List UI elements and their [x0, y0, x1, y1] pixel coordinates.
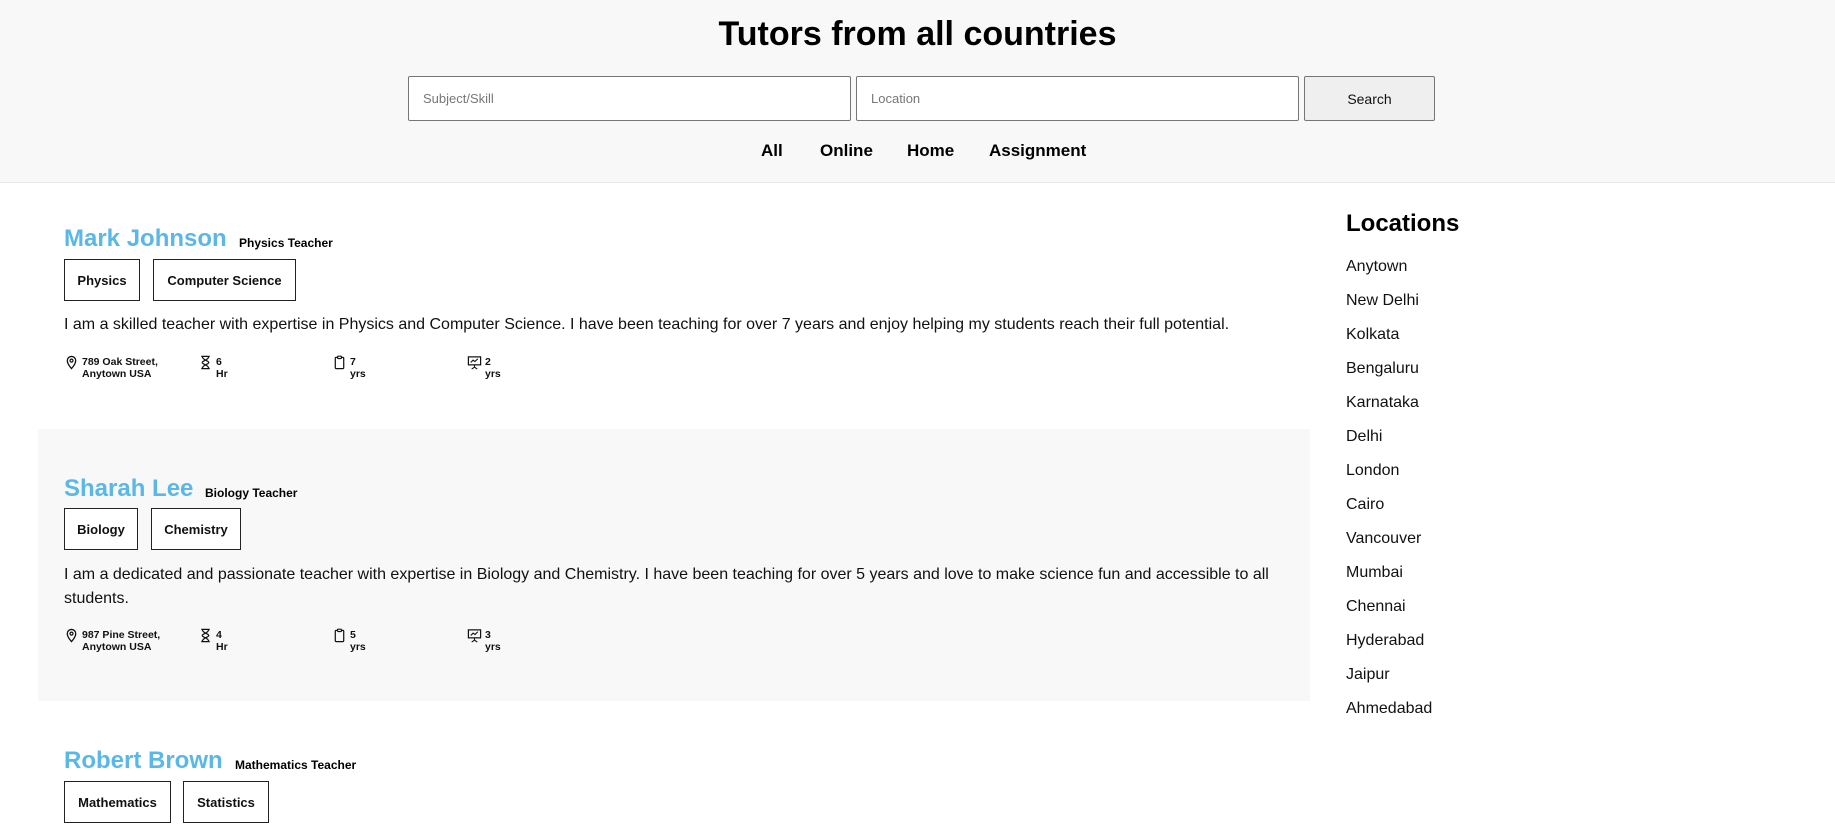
subject-tag[interactable]: Biology — [64, 508, 138, 550]
address-line-2: Anytown USA — [82, 641, 152, 653]
address-line-2: Anytown USA — [82, 368, 152, 380]
hours-info: 4 Hr — [198, 627, 228, 653]
address-line-1: 789 Oak Street, — [82, 356, 158, 368]
presentation-board-icon — [467, 629, 482, 643]
tutor-role: Biology Teacher — [205, 486, 298, 500]
clipboard-icon — [334, 628, 345, 643]
location-item[interactable]: Hyderabad — [1346, 632, 1546, 666]
address-info: 987 Pine Street, Anytown USA — [64, 627, 172, 653]
address-info: 789 Oak Street, Anytown USA — [64, 354, 172, 380]
subject-tag[interactable]: Computer Science — [153, 259, 296, 301]
location-item[interactable]: Chennai — [1346, 598, 1546, 632]
hours-value: 6 Hr — [216, 356, 228, 380]
online-experience-info: 2 yrs — [467, 354, 501, 380]
locations-list: Anytown New Delhi Kolkata Bengaluru Karn… — [1346, 258, 1546, 734]
hourglass-icon — [201, 355, 210, 370]
clipboard-icon — [334, 355, 345, 370]
tutor-name[interactable]: Sharah Lee — [64, 475, 193, 503]
online-experience-info: 3 yrs — [467, 627, 501, 653]
location-item[interactable]: Vancouver — [1346, 530, 1546, 564]
filter-online[interactable]: Online — [820, 141, 873, 161]
subject-tag[interactable]: Chemistry — [151, 508, 241, 550]
filter-all[interactable]: All — [761, 141, 783, 161]
location-item[interactable]: Anytown — [1346, 258, 1546, 292]
location-item[interactable]: Mumbai — [1346, 564, 1546, 598]
tutor-name[interactable]: Mark Johnson — [64, 225, 227, 253]
subject-tag[interactable]: Physics — [64, 259, 140, 301]
presentation-board-icon — [467, 356, 482, 370]
tutor-bio: I am a dedicated and passionate teacher … — [64, 566, 1269, 607]
online-experience-value: 2 yrs — [485, 356, 501, 380]
location-item[interactable]: Kolkata — [1346, 326, 1546, 360]
hourglass-icon — [201, 628, 210, 643]
search-button[interactable]: Search — [1304, 76, 1435, 121]
experience-info: 5 yrs — [332, 627, 366, 653]
page-title: Tutors from all countries — [718, 15, 1117, 53]
experience-info: 7 yrs — [332, 354, 366, 380]
subject-input[interactable] — [408, 76, 851, 121]
location-item[interactable]: London — [1346, 462, 1546, 496]
tutor-card: Mark Johnson Physics Teacher Physics Com… — [38, 183, 1310, 429]
tutor-card: Robert Brown Mathematics Teacher Mathema… — [38, 701, 1310, 834]
search-header: Tutors from all countries Search All Onl… — [0, 0, 1835, 183]
subject-tag[interactable]: Statistics — [183, 781, 269, 823]
location-item[interactable]: Karnataka — [1346, 394, 1546, 428]
filter-assignment[interactable]: Assignment — [989, 141, 1086, 161]
experience-value: 7 yrs — [350, 356, 366, 380]
location-item[interactable]: Delhi — [1346, 428, 1546, 462]
location-item[interactable]: Ahmedabad — [1346, 700, 1546, 734]
tutor-role: Physics Teacher — [239, 236, 333, 250]
tutor-bio: I am a skilled teacher with expertise in… — [64, 316, 1230, 333]
address-line-1: 987 Pine Street, — [82, 629, 161, 641]
location-item[interactable]: Jaipur — [1346, 666, 1546, 700]
locations-sidebar: Locations Anytown New Delhi Kolkata Beng… — [1346, 210, 1460, 717]
filter-home[interactable]: Home — [907, 141, 954, 161]
hours-value: 4 Hr — [216, 629, 228, 653]
tutor-role: Mathematics Teacher — [235, 758, 357, 772]
online-experience-value: 3 yrs — [485, 629, 501, 653]
location-item[interactable]: New Delhi — [1346, 292, 1546, 326]
tutor-name[interactable]: Robert Brown — [64, 747, 223, 775]
experience-value: 5 yrs — [350, 629, 366, 653]
locations-title: Locations — [1346, 210, 1460, 237]
location-input[interactable] — [856, 76, 1299, 121]
tutor-card: Sharah Lee Biology Teacher Biology Chemi… — [38, 429, 1310, 701]
location-item[interactable]: Cairo — [1346, 496, 1546, 530]
location-pin-icon — [66, 355, 77, 370]
subject-tag[interactable]: Mathematics — [64, 781, 171, 823]
hours-info: 6 Hr — [198, 354, 228, 380]
location-item[interactable]: Bengaluru — [1346, 360, 1546, 394]
location-pin-icon — [66, 628, 77, 643]
